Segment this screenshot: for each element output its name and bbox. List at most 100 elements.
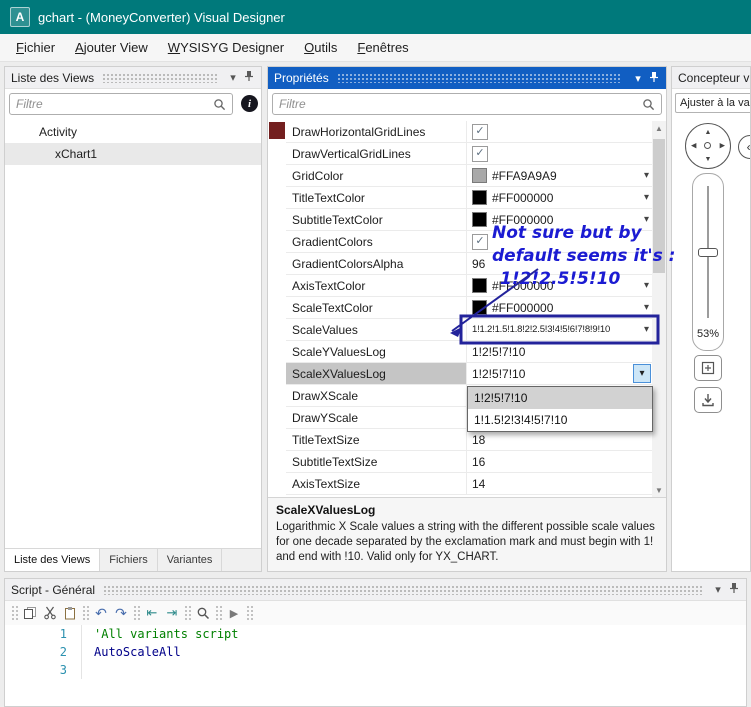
checkbox[interactable]: ✓: [472, 233, 488, 250]
property-row-axistextsize[interactable]: AxisTextSize 14: [286, 473, 652, 495]
search-icon[interactable]: [642, 98, 655, 111]
views-filter[interactable]: [9, 93, 233, 115]
chevron-down-icon[interactable]: ▾: [644, 170, 649, 181]
indent-icon[interactable]: ⇥: [162, 603, 182, 623]
property-name: DrawHorizontalGridLines: [286, 121, 467, 142]
chevron-down-icon[interactable]: ▾: [644, 324, 649, 335]
checkbox[interactable]: ✓: [472, 145, 488, 162]
fit-view-button[interactable]: Ajuster à la va: [675, 93, 750, 113]
property-row-scaletextcolor[interactable]: ScaleTextColor #FF000000 ▾: [286, 297, 652, 319]
toolbar-grip: [82, 605, 89, 621]
tree-item-xchart1[interactable]: xChart1: [5, 143, 261, 165]
collapse-panel-button[interactable]: «: [738, 135, 750, 159]
property-row-titletextcolor[interactable]: TitleTextColor #FF000000 ▾: [286, 187, 652, 209]
property-name: ScaleValues: [286, 319, 467, 340]
menu-item-wysisyg-designer[interactable]: W YSISYG Designer: [158, 34, 294, 61]
property-name: DrawYScale: [286, 407, 467, 428]
pin-icon[interactable]: [726, 582, 742, 597]
pin-icon[interactable]: [646, 71, 662, 86]
property-value[interactable]: 18: [467, 429, 652, 450]
property-value[interactable]: ✓: [467, 143, 652, 164]
dropdown-option[interactable]: 1!1.5!2!3!4!5!7!10: [468, 409, 652, 431]
undo-icon[interactable]: ↶: [91, 603, 111, 623]
property-row-gridcolor[interactable]: GridColor #FFA9A9A9 ▾: [286, 165, 652, 187]
slider-thumb[interactable]: [698, 248, 718, 257]
toolbar-grip: [11, 605, 18, 621]
zoom-fit-button[interactable]: [694, 355, 722, 381]
property-value[interactable]: 1!2!5!7!10: [467, 341, 652, 362]
script-panel-header[interactable]: Script - Général ▾: [5, 579, 746, 601]
property-name: AxisTextSize: [286, 473, 467, 494]
scroll-up-icon[interactable]: ▲: [652, 121, 666, 135]
paste-icon[interactable]: [60, 603, 80, 623]
script-panel-title: Script - Général: [11, 582, 96, 597]
dropdown-option[interactable]: 1!2!5!7!10: [468, 387, 652, 409]
tab-liste-des-views[interactable]: Liste des Views: [5, 549, 101, 571]
scrollbar[interactable]: ▲ ▼: [652, 121, 666, 497]
line-number: 2: [59, 645, 67, 659]
title-bar[interactable]: A gchart - (MoneyConverter) Visual Desig…: [0, 0, 751, 34]
chevron-down-icon[interactable]: ▾: [644, 302, 649, 313]
tab-fichiers[interactable]: Fichiers: [100, 549, 158, 571]
copy-icon[interactable]: [20, 603, 40, 623]
property-value[interactable]: 1!2!5!7!10 ▾: [467, 363, 652, 384]
scroll-down-icon[interactable]: ▼: [652, 483, 666, 497]
property-value[interactable]: #FF000000 ▾: [467, 187, 652, 208]
property-name: TitleTextSize: [286, 429, 467, 450]
search-icon[interactable]: [193, 603, 213, 623]
property-value[interactable]: 1!1.2!1.5!1.8!2!2.5!3!4!5!6!7!8!9!10 ▾: [467, 319, 652, 340]
checkbox[interactable]: ✓: [472, 123, 488, 140]
property-value[interactable]: 16: [467, 451, 652, 472]
zoom-slider[interactable]: 53%: [692, 173, 724, 351]
property-value[interactable]: #FF000000 ▾: [467, 297, 652, 318]
properties-panel-header[interactable]: Propriétés ▾: [268, 67, 666, 89]
properties-filter[interactable]: [272, 93, 662, 115]
value-text: #FFA9A9A9: [492, 168, 557, 183]
pin-icon[interactable]: [241, 70, 257, 85]
run-icon[interactable]: ▶: [224, 603, 244, 623]
property-row-drawverticalgridlines[interactable]: DrawVerticalGridLines ✓: [286, 143, 652, 165]
menu-item-ajouter-view[interactable]: Ajouter View: [65, 34, 158, 61]
cut-icon[interactable]: [40, 603, 60, 623]
properties-filter-input[interactable]: [273, 97, 642, 111]
property-row-scalevalues[interactable]: ScaleValues 1!1.2!1.5!1.8!2!2.5!3!4!5!6!7…: [286, 319, 652, 341]
outdent-icon[interactable]: ⇤: [142, 603, 162, 623]
property-value[interactable]: #FFA9A9A9 ▾: [467, 165, 652, 186]
property-name: GradientColors: [286, 231, 467, 252]
chevron-down-icon[interactable]: ▾: [630, 72, 646, 85]
code-line: 1 'All variants script: [5, 625, 746, 643]
chevron-down-icon[interactable]: ▾: [644, 192, 649, 203]
info-icon[interactable]: i: [241, 95, 258, 112]
menu-item-fichier[interactable]: Fichier: [6, 34, 65, 61]
color-swatch: [472, 278, 487, 293]
views-panel-header[interactable]: Liste des Views ▾: [5, 67, 261, 89]
menu-item-outils[interactable]: Outils: [294, 34, 347, 61]
property-row-scaleyvalueslog[interactable]: ScaleYValuesLog 1!2!5!7!10: [286, 341, 652, 363]
property-name: DrawVerticalGridLines: [286, 143, 467, 164]
views-filter-input[interactable]: [10, 97, 213, 111]
menu-item-fen-tres[interactable]: Fenêtres: [347, 34, 418, 61]
tab-variantes[interactable]: Variantes: [158, 549, 223, 571]
code-editor[interactable]: 1 'All variants script 2 AutoScaleAll 3: [5, 625, 746, 706]
property-row-titletextsize[interactable]: TitleTextSize 18: [286, 429, 652, 451]
tree-item-activity[interactable]: Activity: [5, 121, 261, 143]
designer-panel-header[interactable]: Concepteur v: [672, 67, 750, 89]
property-value[interactable]: 14: [467, 473, 652, 494]
combo-open-button[interactable]: ▾: [633, 364, 651, 383]
annotation-line: default seems it's :: [492, 246, 676, 266]
chevron-down-icon[interactable]: ▾: [710, 583, 726, 596]
script-panel: Script - Général ▾ ↶ ↷ ⇤ ⇥ ▶ 1 'All variants …: [4, 578, 747, 707]
property-row-drawhorizontalgridlines[interactable]: DrawHorizontalGridLines ✓: [286, 121, 652, 143]
pan-dpad[interactable]: ▲ ▼ ◀ ▶: [685, 123, 731, 169]
property-row-subtitletextsize[interactable]: SubtitleTextSize 16: [286, 451, 652, 473]
property-row-scalexvalueslog[interactable]: ScaleXValuesLog 1!2!5!7!10 ▾: [286, 363, 652, 385]
annotation-line: Not sure but by: [492, 223, 642, 243]
export-image-button[interactable]: [694, 387, 722, 413]
property-name: ScaleTextColor: [286, 297, 467, 318]
script-toolbar: ↶ ↷ ⇤ ⇥ ▶: [5, 601, 746, 626]
arrow-right-icon: ▶: [719, 142, 725, 150]
search-icon[interactable]: [213, 98, 226, 111]
property-value[interactable]: ✓: [467, 121, 652, 142]
redo-icon[interactable]: ↷: [111, 603, 131, 623]
chevron-down-icon[interactable]: ▾: [225, 71, 241, 84]
